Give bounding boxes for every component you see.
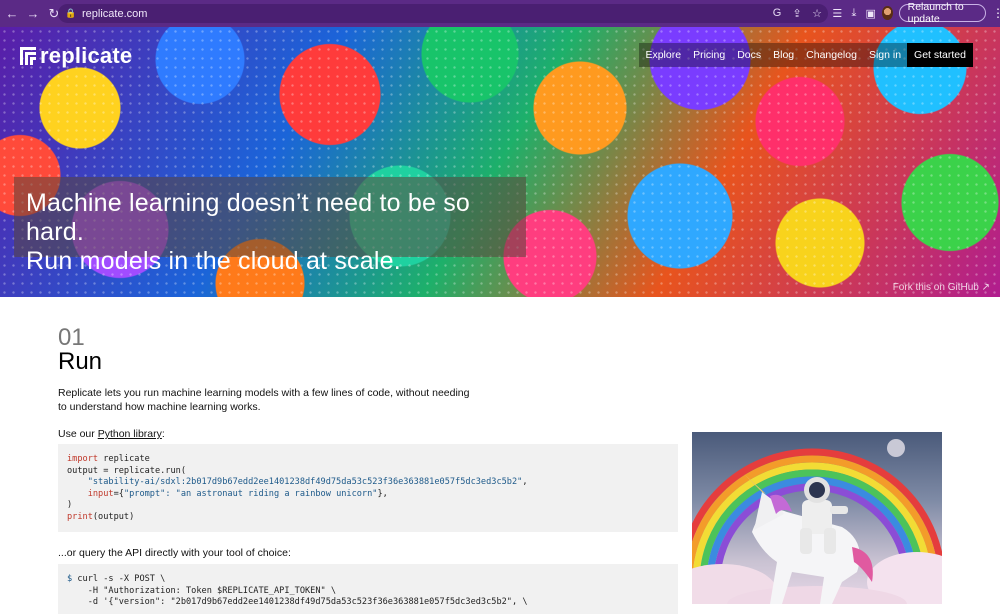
code-string: "stability-ai/sdxl:2b017d9b67edd2ee14012… <box>87 477 523 487</box>
nav-docs[interactable]: Docs <box>731 43 768 67</box>
code-keyword: print <box>67 511 93 522</box>
python-code-block[interactable]: import replicate output = replicate.run(… <box>58 444 678 532</box>
bookmark-star-icon[interactable]: ☆ <box>810 5 824 21</box>
use-suffix: : <box>161 428 165 440</box>
browser-toolbar: ← → ↻ 🔒 replicate.com G ⇪ ☆ ☰ ⤓ ▣ Relaun… <box>0 0 1000 27</box>
hero-line-1: Machine learning doesn’t need to be so h… <box>26 189 471 246</box>
fork-on-github-link[interactable]: Fork this on GitHub ↗ <box>893 282 990 293</box>
forward-icon[interactable]: → <box>24 5 42 23</box>
replicate-logo-icon <box>20 47 36 65</box>
more-menu-icon[interactable]: ⋮ <box>992 6 1000 20</box>
code-string: "prompt": "an astronaut riding a rainbow… <box>123 488 378 499</box>
code-text: (output) <box>92 511 135 522</box>
section-intro: Replicate lets you run machine learning … <box>58 387 470 413</box>
address-url[interactable]: replicate.com <box>82 8 147 20</box>
nav-changelog[interactable]: Changelog <box>800 43 863 67</box>
code-line: output = replicate.run( <box>67 465 186 476</box>
nav-pricing[interactable]: Pricing <box>687 43 732 67</box>
share-icon[interactable]: ⇪ <box>790 5 804 21</box>
get-started-button[interactable]: Get started <box>907 43 973 67</box>
relaunch-button[interactable]: Relaunch to update <box>898 1 986 25</box>
query-api-text: ...or query the API directly with your t… <box>58 547 291 559</box>
address-bar[interactable]: 🔒 replicate.com G ⇪ ☆ <box>58 4 828 23</box>
main-nav: Explore Pricing Docs Blog Changelog Sign… <box>639 43 973 67</box>
code-line: -H "Authorization: Token $REPLICATE_API_… <box>77 585 337 596</box>
brand-wordmark: replicate <box>40 43 133 68</box>
code-text: ={ <box>113 488 124 499</box>
astronaut-unicorn-image <box>692 432 942 604</box>
nav-blog[interactable]: Blog <box>767 43 801 67</box>
python-library-link[interactable]: Python library <box>98 428 162 440</box>
astronaut-unicorn-illustration <box>692 439 942 604</box>
back-icon[interactable]: ← <box>3 5 21 23</box>
code-text: }, <box>377 488 388 499</box>
use-prefix: Use our <box>58 428 98 440</box>
moon-shape <box>887 439 905 457</box>
code-line: curl -s -X POST \ <box>72 574 166 584</box>
code-text: , <box>522 477 528 487</box>
download-icon[interactable]: ⤓ <box>849 3 860 23</box>
use-library-text: Use our Python library: <box>58 428 165 440</box>
hero-tagline: Machine learning doesn’t need to be so h… <box>14 177 526 275</box>
hero-line-2: Run models in the cloud at scale. <box>26 247 401 275</box>
code-keyword: import <box>67 454 99 464</box>
reading-list-icon[interactable]: ☰ <box>832 3 843 23</box>
nav-sign-in[interactable]: Sign in <box>862 43 908 67</box>
curl-code-block[interactable]: $ curl -s -X POST \ -H "Authorization: T… <box>58 564 678 614</box>
google-lens-icon[interactable]: G <box>770 5 784 21</box>
code-line: -d '{"version": "2b017d9b67edd2ee1401238… <box>77 597 528 607</box>
code-text: replicate <box>98 454 150 464</box>
code-line: ) <box>67 500 73 510</box>
profile-avatar[interactable] <box>881 6 893 20</box>
side-panel-icon[interactable]: ▣ <box>865 3 876 23</box>
nav-explore[interactable]: Explore <box>639 43 688 67</box>
section-title: Run <box>58 348 103 375</box>
hero-banner: replicate Explore Pricing Docs Blog Chan… <box>0 27 1000 297</box>
brand-logo[interactable]: replicate <box>20 43 132 69</box>
code-keyword: input <box>87 488 114 499</box>
lock-icon[interactable]: 🔒 <box>65 8 76 19</box>
